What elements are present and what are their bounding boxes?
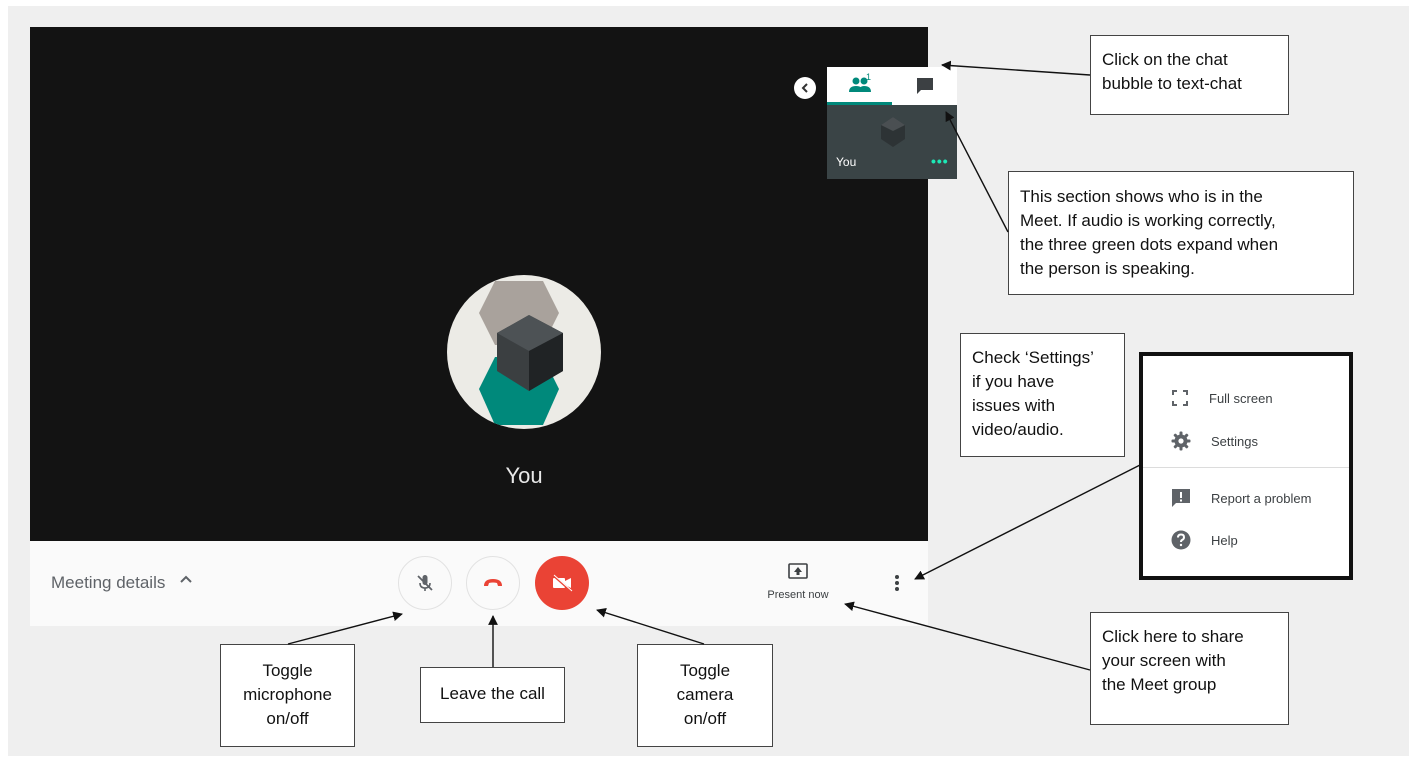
annotation-arrows <box>287 60 1141 671</box>
arrow-share <box>844 601 1091 671</box>
arrow-chat <box>941 60 1091 76</box>
arrow-microphone <box>287 611 403 645</box>
arrow-camera <box>596 608 705 645</box>
arrow-settings <box>914 464 1141 580</box>
arrow-participants <box>945 111 1009 233</box>
